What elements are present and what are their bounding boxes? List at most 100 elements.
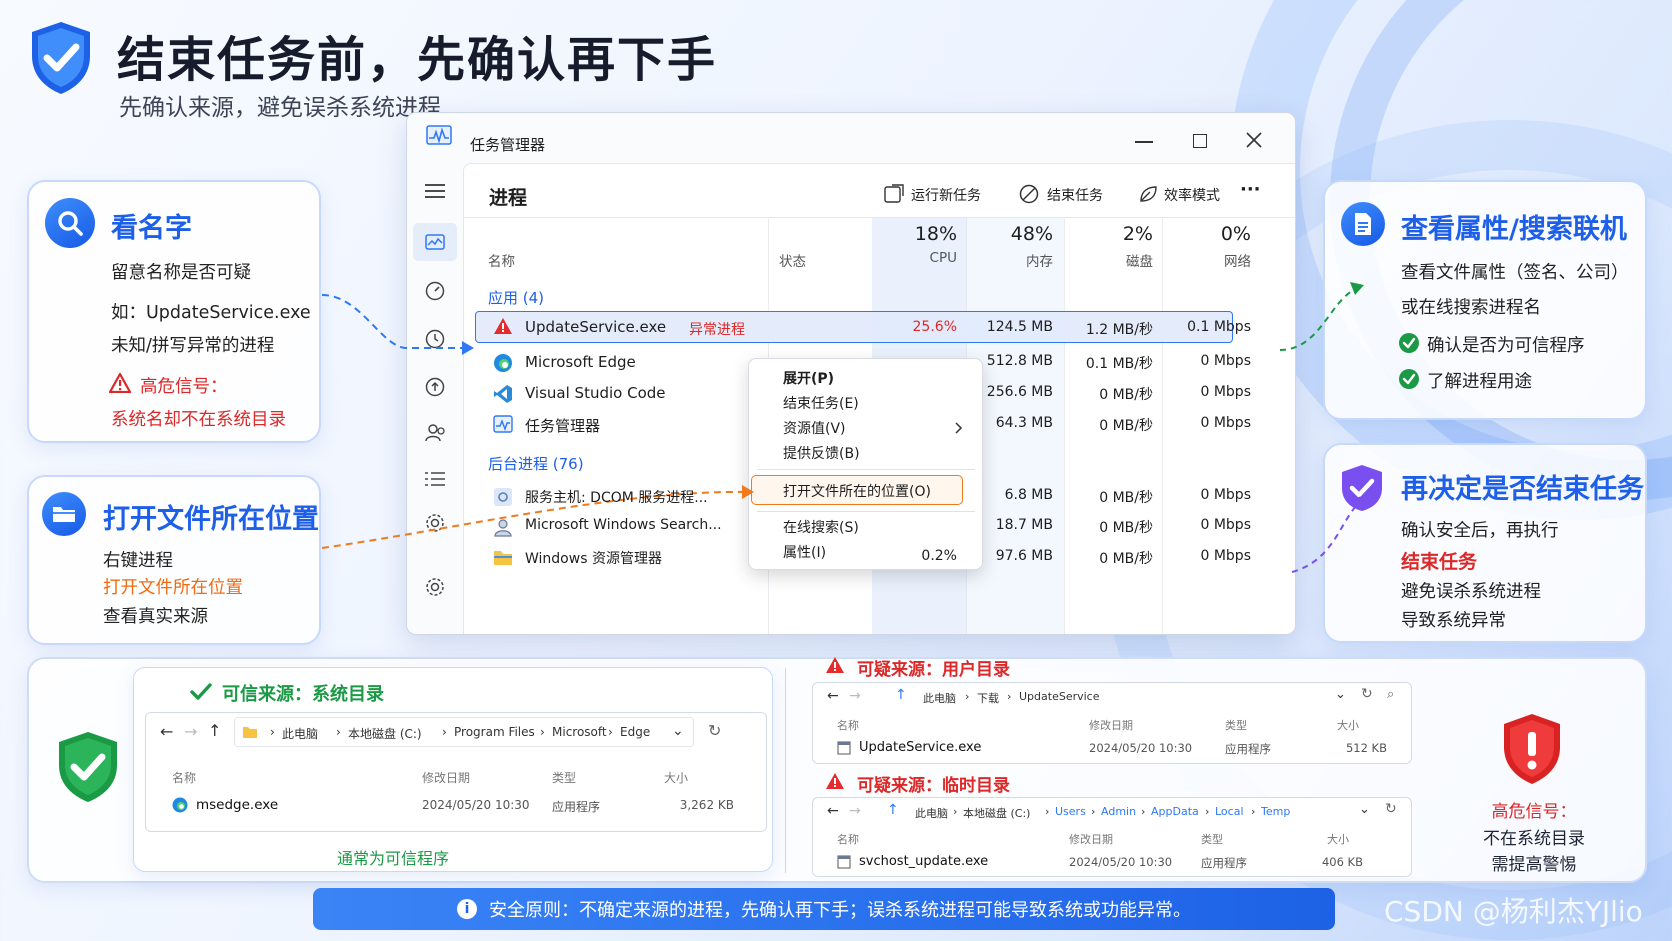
up-icon[interactable]: ↑: [208, 721, 221, 740]
process-disk: 0 MB/秒: [1099, 520, 1153, 536]
col-cpu-label: CPU: [929, 250, 957, 266]
path-segment[interactable]: 本地磁盘 (C:): [348, 725, 422, 742]
col-header[interactable]: 类型: [1201, 831, 1223, 847]
back-icon[interactable]: ←: [827, 803, 839, 819]
file-size: 406 KB: [1321, 855, 1363, 869]
file-size: 3,262 KB: [679, 798, 734, 812]
up-icon[interactable]: ↑: [887, 802, 899, 818]
col-header[interactable]: 类型: [1225, 717, 1247, 733]
col-mem-pct-label: 48%: [1010, 223, 1053, 245]
path-segment[interactable]: Admin: [1101, 805, 1136, 818]
danger-line3: 需提高警惕: [1491, 855, 1577, 875]
path-separator: ›: [270, 725, 275, 739]
danger-line2: 不在系统目录: [1483, 829, 1585, 849]
path-segment[interactable]: Temp: [1261, 805, 1290, 818]
process-net: 0 Mbps: [1200, 517, 1251, 533]
search-icon[interactable]: ⌕: [1387, 687, 1394, 702]
up-icon[interactable]: ↑: [895, 687, 907, 703]
process-cpu: 0.2%: [921, 548, 957, 564]
file-type: 应用程序: [1201, 856, 1247, 870]
path-segment[interactable]: UpdateService: [1019, 690, 1100, 703]
file-date: 2024/05/20 10:30: [422, 798, 530, 812]
path-segment[interactable]: 此电脑: [282, 725, 318, 742]
forward-icon[interactable]: →: [184, 722, 197, 741]
path-segment[interactable]: Microsoft: [552, 725, 607, 739]
file-type: 应用程序: [552, 800, 601, 814]
col-header[interactable]: 类型: [552, 769, 576, 786]
process-name[interactable]: Windows 资源管理器: [525, 548, 662, 568]
process-net: 0 Mbps: [1200, 384, 1251, 400]
path-segment[interactable]: 本地磁盘 (C:): [963, 805, 1030, 821]
process-name: UpdateService.exe: [525, 318, 667, 336]
path-separator: ›: [540, 725, 545, 739]
path-separator: ›: [1007, 690, 1012, 703]
process-mem: 256.6 MB: [986, 384, 1053, 400]
refresh-icon[interactable]: ↻: [1361, 686, 1373, 702]
chevron-down-icon[interactable]: ⌄: [1335, 687, 1346, 702]
path-segment[interactable]: 下载: [977, 690, 999, 706]
back-icon[interactable]: ←: [827, 688, 839, 704]
col-header[interactable]: 名称: [837, 717, 859, 733]
process-status: 异常进程: [689, 322, 745, 338]
path-segment[interactable]: Users: [1055, 805, 1086, 818]
path-separator: ›: [1251, 805, 1256, 818]
back-icon[interactable]: ←: [160, 722, 173, 741]
file-name[interactable]: svchost_update.exe: [859, 854, 988, 869]
file-name[interactable]: msedge.exe: [196, 797, 278, 813]
path-segment[interactable]: Local: [1215, 805, 1244, 818]
path-separator: ›: [1205, 805, 1210, 818]
path-segment[interactable]: 此电脑: [915, 805, 948, 821]
forward-icon[interactable]: →: [849, 803, 861, 819]
col-header[interactable]: 修改日期: [1069, 831, 1113, 847]
panel-divider: [785, 668, 786, 873]
forward-icon[interactable]: →: [849, 688, 861, 704]
folder-icon: [493, 548, 513, 566]
process-net: 0 Mbps: [1200, 415, 1251, 431]
edge-icon: [172, 797, 188, 813]
process-name[interactable]: 任务管理器: [525, 415, 600, 436]
col-header[interactable]: 修改日期: [422, 769, 470, 786]
col-header[interactable]: 大小: [664, 769, 688, 786]
process-mem: 124.5 MB: [986, 319, 1053, 335]
info-icon: i: [457, 899, 477, 919]
path-separator: ›: [442, 725, 447, 739]
group-background[interactable]: 后台进程 (76): [488, 453, 584, 474]
process-mem: 97.6 MB: [995, 548, 1053, 564]
file-name[interactable]: UpdateService.exe: [859, 740, 981, 755]
edge-icon: [493, 353, 513, 373]
col-header[interactable]: 大小: [1337, 717, 1359, 733]
path-separator: ›: [1045, 805, 1050, 818]
process-net: 0 Mbps: [1200, 548, 1251, 564]
group-apps[interactable]: 应用 (4): [488, 287, 544, 308]
banner-text: 安全原则：不确定来源的进程，先确认再下手；误杀系统进程可能导致系统或功能异常。: [489, 900, 1191, 921]
process-name[interactable]: Microsoft Edge: [525, 353, 636, 371]
process-name[interactable]: Microsoft Windows Search...: [525, 517, 722, 533]
process-disk: 1.2 MB/秒: [1085, 322, 1153, 338]
search-user-icon: [493, 517, 513, 537]
process-disk: 0.1 MB/秒: [1085, 356, 1153, 372]
col-header[interactable]: 名称: [837, 831, 859, 847]
path-segment[interactable]: Program Files: [454, 725, 535, 739]
process-mem: 64.3 MB: [995, 415, 1053, 431]
col-header[interactable]: 大小: [1327, 831, 1349, 847]
chevron-down-icon[interactable]: ⌄: [672, 723, 684, 739]
col-header[interactable]: 修改日期: [1089, 717, 1133, 733]
explorer-suspicious-user: ← → ↑ 此电脑 › 下载 › UpdateService ⌄ ↻ ⌕ 名称 …: [812, 682, 1412, 764]
process-cpu: 25.6%: [912, 319, 957, 335]
path-segment[interactable]: AppData: [1151, 805, 1199, 818]
refresh-icon[interactable]: ↻: [1385, 801, 1397, 817]
path-segment[interactable]: 此电脑: [923, 690, 956, 706]
path-separator: ›: [1091, 805, 1096, 818]
col-header[interactable]: 名称: [172, 769, 196, 786]
warning-icon: [493, 317, 513, 335]
path-segment[interactable]: Edge: [620, 725, 650, 739]
check-icon: [190, 683, 212, 701]
process-net: 0 Mbps: [1200, 487, 1251, 503]
path-separator: ›: [608, 725, 613, 739]
process-name[interactable]: Visual Studio Code: [525, 384, 666, 402]
chevron-down-icon[interactable]: ⌄: [1359, 802, 1370, 817]
file-size: 512 KB: [1345, 741, 1387, 755]
refresh-icon[interactable]: ↻: [708, 721, 721, 740]
process-name[interactable]: 服务主机: DCOM 服务进程...: [525, 487, 708, 507]
col-cpu-pct-label: 18%: [914, 223, 957, 245]
